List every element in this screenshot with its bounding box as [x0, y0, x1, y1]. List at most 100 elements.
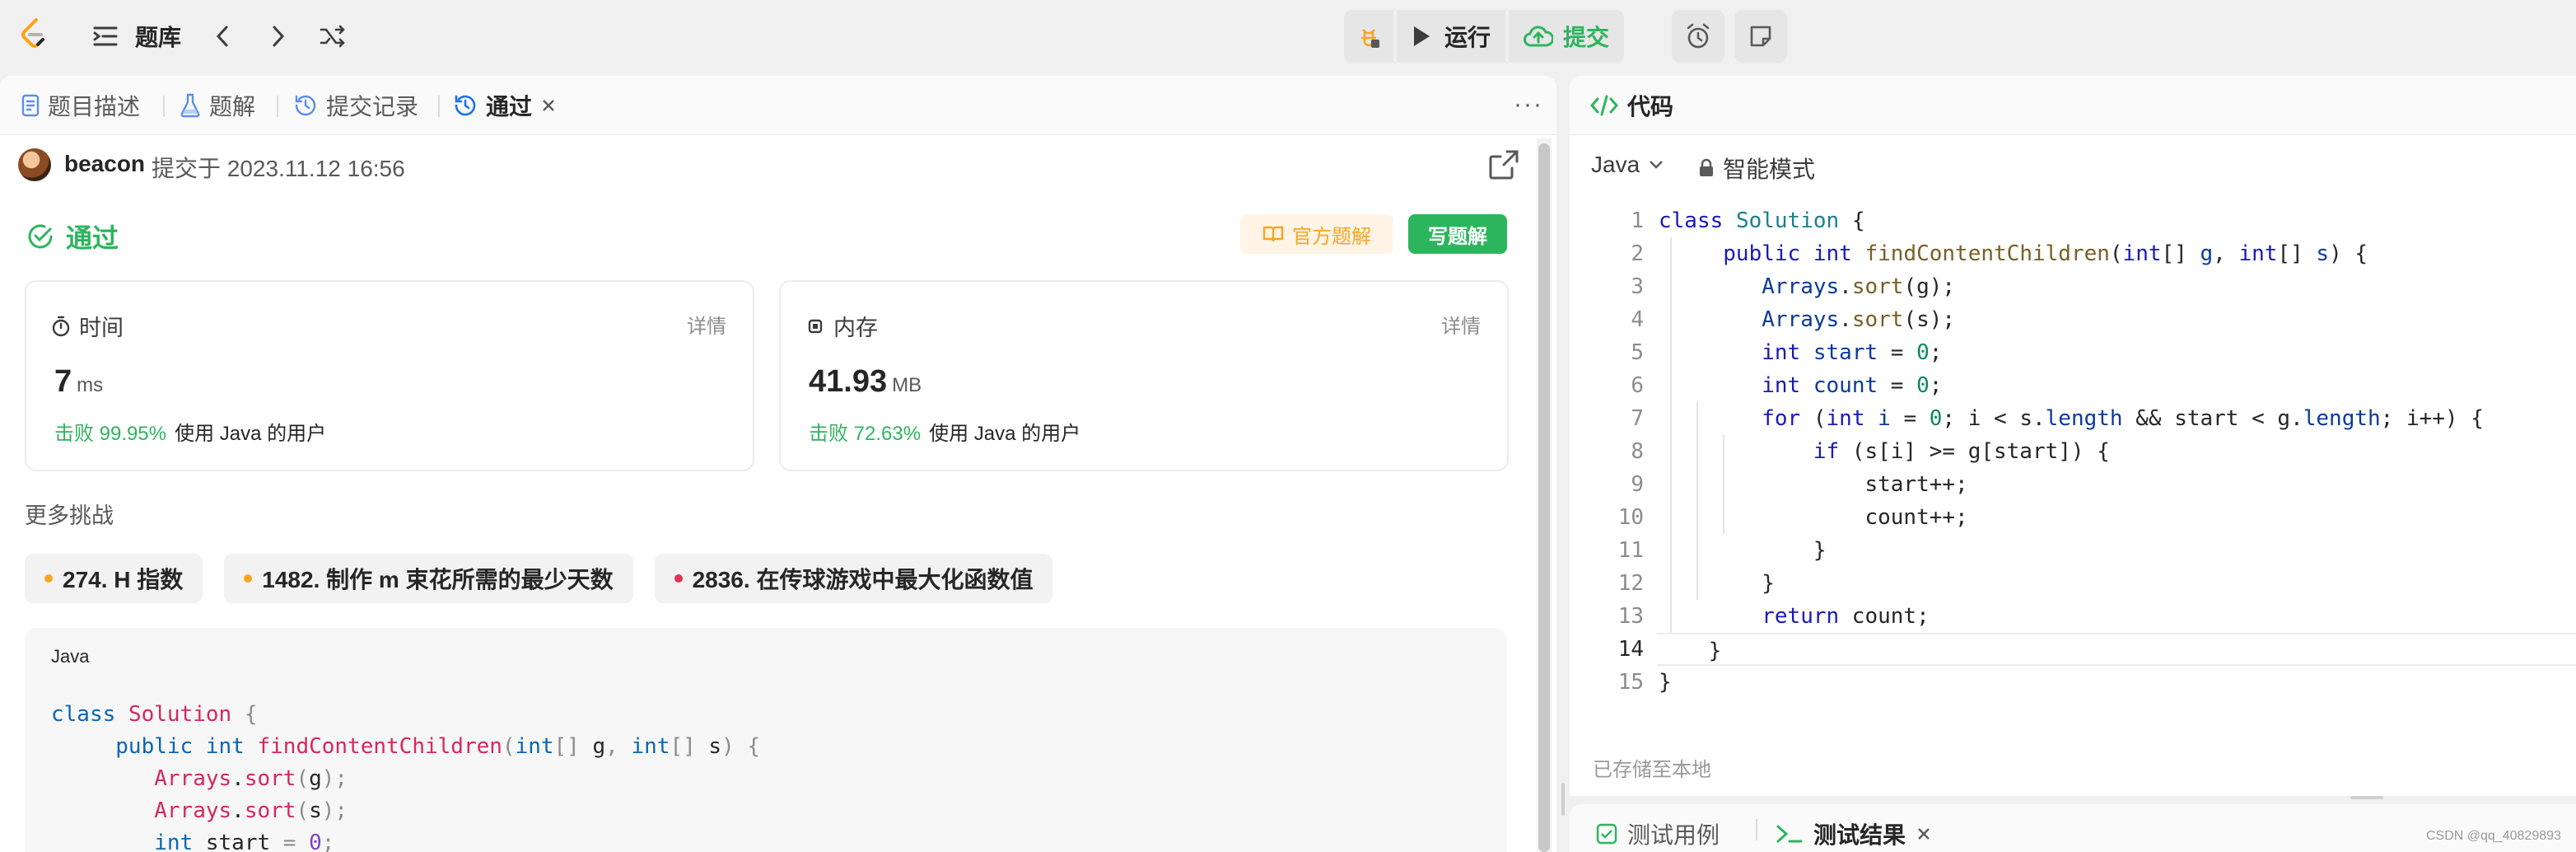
bottom-resize-handle[interactable]: [2350, 796, 2383, 799]
language-select[interactable]: Java: [1591, 152, 1664, 178]
line-number: 9: [1631, 472, 1644, 497]
prev-problem-icon[interactable]: [208, 21, 237, 51]
line-number: 10: [1617, 505, 1644, 530]
runtime-detail-link[interactable]: 详情: [687, 310, 726, 339]
runtime-header: 时间: [51, 310, 124, 342]
tab-description[interactable]: 题目描述: [21, 87, 140, 124]
debug-button[interactable]: [1344, 10, 1393, 63]
memory-detail-link[interactable]: 详情: [1441, 310, 1481, 339]
saved-locally-note: 已存储至本地: [1593, 759, 1711, 781]
code-line[interactable]: start++;: [1659, 468, 2576, 501]
submission-info-bar: beacon 提交于 2023.11.12 16:56: [0, 135, 1537, 194]
leetcode-logo-icon[interactable]: [20, 18, 48, 51]
alarm-clock-icon: [1687, 23, 1710, 49]
more-options-icon[interactable]: ···: [1514, 91, 1543, 119]
code-line[interactable]: class Solution {: [1659, 204, 2576, 237]
line-number: 8: [1631, 439, 1644, 464]
submit-button[interactable]: 提交: [1509, 10, 1625, 63]
tab-solutions[interactable]: 题解: [180, 87, 255, 124]
panel-resize-handle[interactable]: [1561, 783, 1565, 816]
code-line[interactable]: count++;: [1659, 501, 2576, 534]
scrollbar-thumb[interactable]: [1538, 143, 1550, 852]
line-number: 14: [1617, 637, 1644, 662]
submitted-code: class Solution { public int findContentC…: [51, 702, 761, 852]
open-external-icon[interactable]: [1487, 148, 1520, 181]
code-line[interactable]: Arrays.sort(g);: [1659, 270, 2576, 303]
official-solution-label: 官方题解: [1292, 225, 1371, 248]
memory-card: 内存 详情 41.93 MB 击败 72.63% 使用 Java 的用户: [779, 280, 1509, 471]
runtime-number: 7: [54, 364, 72, 399]
left-panel: 题目描述 题解 提交记录 通过 ··· beacon 提交于 2023.11.1…: [0, 76, 1556, 852]
tab-separator: [163, 96, 165, 117]
test-panel: 测试用例 测试结果: [1570, 804, 2576, 852]
runtime-card: 时间 详情 7 ms 击败 99.95% 使用 Java 的用户: [25, 280, 754, 471]
chip-icon: [808, 319, 823, 333]
username[interactable]: beacon: [64, 151, 145, 177]
chevron-down-icon: [1650, 161, 1664, 169]
tab-separator: [1756, 819, 1757, 840]
memory-number: 41.93: [809, 364, 888, 399]
problem-list-icon[interactable]: [91, 21, 120, 51]
official-solution-button[interactable]: 官方题解: [1240, 214, 1393, 254]
code-line[interactable]: public int findContentChildren(int[] g, …: [1659, 237, 2576, 270]
run-button[interactable]: 运行: [1397, 10, 1506, 63]
code-line-current[interactable]: }: [1657, 633, 2576, 666]
avatar[interactable]: [18, 148, 51, 181]
result-status: 通过: [26, 218, 119, 255]
memory-beat: 击败 72.63% 使用 Java 的用户: [809, 417, 1080, 446]
code-lines[interactable]: class Solution { public int findContentC…: [1657, 204, 2576, 699]
code-line[interactable]: }: [1659, 534, 2576, 567]
problem-list-label[interactable]: 题库: [135, 20, 181, 53]
notes-button[interactable]: [1734, 10, 1787, 63]
memory-beat-percent: 击败 72.63%: [809, 423, 922, 445]
cloud-upload-icon: [1524, 26, 1554, 47]
code-icon: [1590, 95, 1618, 116]
left-scrollbar[interactable]: [1537, 138, 1552, 852]
document-icon: [21, 94, 40, 117]
challenge-chip[interactable]: 2836. 在传球游戏中最大化函数值: [654, 554, 1053, 603]
left-tab-bar: 题目描述 题解 提交记录 通过 ···: [0, 76, 1556, 135]
runtime-unit: ms: [77, 374, 104, 396]
line-number: 12: [1617, 571, 1644, 596]
challenge-title: 2836. 在传球游戏中最大化函数值: [692, 567, 1034, 592]
close-tab-icon[interactable]: [540, 97, 557, 114]
tab-label: 测试用例: [1627, 822, 1720, 848]
action-bar: 运行 提交: [1344, 10, 1625, 63]
tab-testcases[interactable]: 测试用例: [1596, 817, 1720, 850]
code-editor[interactable]: 1 2 3 4 5 6 7 8 9 10 11 12 13 14 15 clas…: [1570, 204, 2576, 732]
tab-test-result[interactable]: 测试结果: [1776, 817, 1932, 850]
challenge-chip[interactable]: 1482. 制作 m 束花所需的最少天数: [224, 554, 633, 603]
tab-label: 通过: [486, 94, 533, 119]
code-line[interactable]: int start = 0;: [1659, 336, 2576, 369]
code-line[interactable]: for (int i = 0; i < s.length && start < …: [1659, 402, 2576, 435]
runtime-beat-percent: 击败 99.95%: [54, 423, 167, 445]
close-tab-icon[interactable]: [1916, 826, 1932, 842]
line-number: 3: [1631, 274, 1644, 299]
write-solution-label: 写题解: [1428, 225, 1487, 248]
tab-accepted[interactable]: 通过: [453, 87, 557, 124]
panel-resizer[interactable]: [1558, 76, 1568, 852]
tab-label: 题目描述: [48, 94, 141, 119]
code-line[interactable]: }: [1659, 666, 2576, 699]
code-line[interactable]: if (s[i] >= g[start]) {: [1659, 435, 2576, 468]
check-circle-icon: [28, 224, 53, 249]
difficulty-dot: [244, 574, 253, 583]
timer-button[interactable]: [1672, 10, 1724, 63]
smart-mode-toggle[interactable]: 智能模式: [1698, 152, 1815, 185]
code-line[interactable]: int count = 0;: [1659, 369, 2576, 402]
challenge-chip[interactable]: 274. H 指数: [25, 554, 203, 603]
code-line[interactable]: }: [1659, 567, 2576, 600]
line-number: 2: [1631, 241, 1644, 266]
memory-header: 内存: [805, 310, 878, 342]
checkbox-icon: [1596, 823, 1617, 845]
challenge-title: 1482. 制作 m 束花所需的最少天数: [262, 567, 614, 592]
write-solution-button[interactable]: 写题解: [1408, 214, 1507, 254]
line-number: 7: [1631, 406, 1644, 431]
tab-submissions[interactable]: 提交记录: [293, 87, 418, 124]
code-line[interactable]: Arrays.sort(s);: [1659, 303, 2576, 336]
random-problem-icon[interactable]: [318, 21, 348, 51]
next-problem-icon[interactable]: [264, 21, 293, 51]
line-number: 11: [1617, 538, 1644, 563]
runtime-value: 7 ms: [54, 364, 103, 400]
code-line[interactable]: return count;: [1659, 600, 2576, 633]
